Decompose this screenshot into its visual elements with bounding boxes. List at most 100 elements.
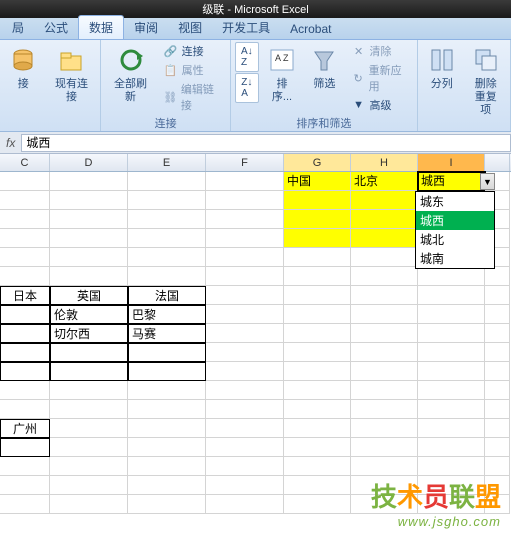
get-external-button[interactable]: 接 xyxy=(4,42,43,93)
dropdown-arrow[interactable]: ▼ xyxy=(480,173,495,190)
cell[interactable] xyxy=(0,324,50,343)
cell[interactable] xyxy=(128,400,206,419)
cell[interactable] xyxy=(284,343,351,362)
cell[interactable] xyxy=(284,305,351,324)
formula-input[interactable] xyxy=(21,134,511,152)
cell[interactable] xyxy=(284,476,351,495)
cell[interactable] xyxy=(284,419,351,438)
cell[interactable] xyxy=(418,400,485,419)
cell[interactable] xyxy=(128,172,206,191)
sort-button[interactable]: A Z 排序... xyxy=(263,42,301,106)
cell[interactable] xyxy=(50,495,128,514)
cell[interactable] xyxy=(206,324,284,343)
fx-label[interactable]: fx xyxy=(0,136,21,150)
cell[interactable] xyxy=(50,210,128,229)
cell[interactable] xyxy=(50,229,128,248)
cell[interactable] xyxy=(206,419,284,438)
col-header-d[interactable]: D xyxy=(50,154,128,171)
cell[interactable] xyxy=(128,438,206,457)
cell[interactable] xyxy=(284,286,351,305)
sort-desc-button[interactable]: Z↓A xyxy=(235,73,259,103)
cell[interactable] xyxy=(284,210,351,229)
cell[interactable] xyxy=(0,476,50,495)
cell[interactable] xyxy=(485,343,510,362)
cell[interactable] xyxy=(351,210,418,229)
cell[interactable] xyxy=(0,457,50,476)
cell[interactable] xyxy=(418,267,485,286)
cell[interactable] xyxy=(485,419,510,438)
cell[interactable] xyxy=(206,400,284,419)
cell[interactable] xyxy=(0,305,50,324)
cell[interactable] xyxy=(351,381,418,400)
existing-conn-button[interactable]: 现有连接 xyxy=(47,42,97,106)
cell-i2[interactable]: 城西 xyxy=(418,172,485,191)
cell[interactable] xyxy=(50,419,128,438)
cell[interactable] xyxy=(351,229,418,248)
properties-button[interactable]: 📋属性 xyxy=(160,61,226,79)
cell[interactable] xyxy=(284,381,351,400)
cell[interactable] xyxy=(50,457,128,476)
cell[interactable] xyxy=(206,191,284,210)
cell[interactable]: 切尔西 xyxy=(50,324,128,343)
reapply-button[interactable]: ↻重新应用 xyxy=(348,61,413,95)
cell-t2-h[interactable]: 广州 xyxy=(0,419,50,438)
cell-g2[interactable]: 中国 xyxy=(284,172,351,191)
cell[interactable] xyxy=(418,343,485,362)
cell[interactable] xyxy=(351,438,418,457)
cell[interactable] xyxy=(284,267,351,286)
cell[interactable] xyxy=(50,362,128,381)
cell[interactable] xyxy=(284,248,351,267)
cell-t1-h3[interactable]: 法国 xyxy=(128,286,206,305)
cell[interactable]: 伦敦 xyxy=(50,305,128,324)
cell[interactable] xyxy=(128,457,206,476)
cell[interactable] xyxy=(50,172,128,191)
cell[interactable] xyxy=(50,381,128,400)
tab-acrobat[interactable]: Acrobat xyxy=(280,19,341,39)
sort-asc-button[interactable]: A↓Z xyxy=(235,42,259,72)
col-header-i[interactable]: I xyxy=(418,154,485,171)
cell[interactable] xyxy=(206,457,284,476)
cell[interactable] xyxy=(50,191,128,210)
cell[interactable] xyxy=(0,362,50,381)
cell[interactable] xyxy=(284,495,351,514)
cell[interactable] xyxy=(485,438,510,457)
cell[interactable] xyxy=(0,381,50,400)
cell[interactable] xyxy=(485,476,510,495)
cell[interactable] xyxy=(284,362,351,381)
col-header-e[interactable]: E xyxy=(128,154,206,171)
cell[interactable] xyxy=(128,381,206,400)
cell-h2[interactable]: 北京 xyxy=(351,172,418,191)
edit-links-button[interactable]: ⛓编辑链接 xyxy=(160,80,226,114)
cell[interactable] xyxy=(351,191,418,210)
col-header-c[interactable]: C xyxy=(0,154,50,171)
cell[interactable] xyxy=(351,267,418,286)
cell[interactable] xyxy=(418,457,485,476)
cell[interactable] xyxy=(206,248,284,267)
cell[interactable] xyxy=(485,324,510,343)
cell[interactable] xyxy=(418,381,485,400)
cell[interactable] xyxy=(206,267,284,286)
cell[interactable] xyxy=(284,438,351,457)
cell-t1-h1[interactable]: 日本 xyxy=(0,286,50,305)
cell[interactable] xyxy=(418,419,485,438)
filter-button[interactable]: 筛选 xyxy=(305,42,343,93)
cell[interactable] xyxy=(206,229,284,248)
dropdown-item-selected[interactable]: 城西 xyxy=(416,211,494,230)
cell[interactable] xyxy=(128,495,206,514)
cell[interactable] xyxy=(485,381,510,400)
cell[interactable] xyxy=(0,343,50,362)
cell[interactable] xyxy=(206,476,284,495)
cell[interactable] xyxy=(485,495,510,514)
cell[interactable] xyxy=(128,210,206,229)
cell[interactable] xyxy=(206,495,284,514)
cell[interactable] xyxy=(418,438,485,457)
cell[interactable] xyxy=(284,324,351,343)
cell[interactable] xyxy=(351,362,418,381)
cell[interactable] xyxy=(50,343,128,362)
cell[interactable] xyxy=(0,229,50,248)
cell[interactable] xyxy=(206,172,284,191)
cell[interactable] xyxy=(128,343,206,362)
spreadsheet-grid[interactable]: C D E F G H I 中国 北京 城西 日本 英国 法国 xyxy=(0,154,511,514)
cell[interactable] xyxy=(206,210,284,229)
cell[interactable] xyxy=(0,438,50,457)
